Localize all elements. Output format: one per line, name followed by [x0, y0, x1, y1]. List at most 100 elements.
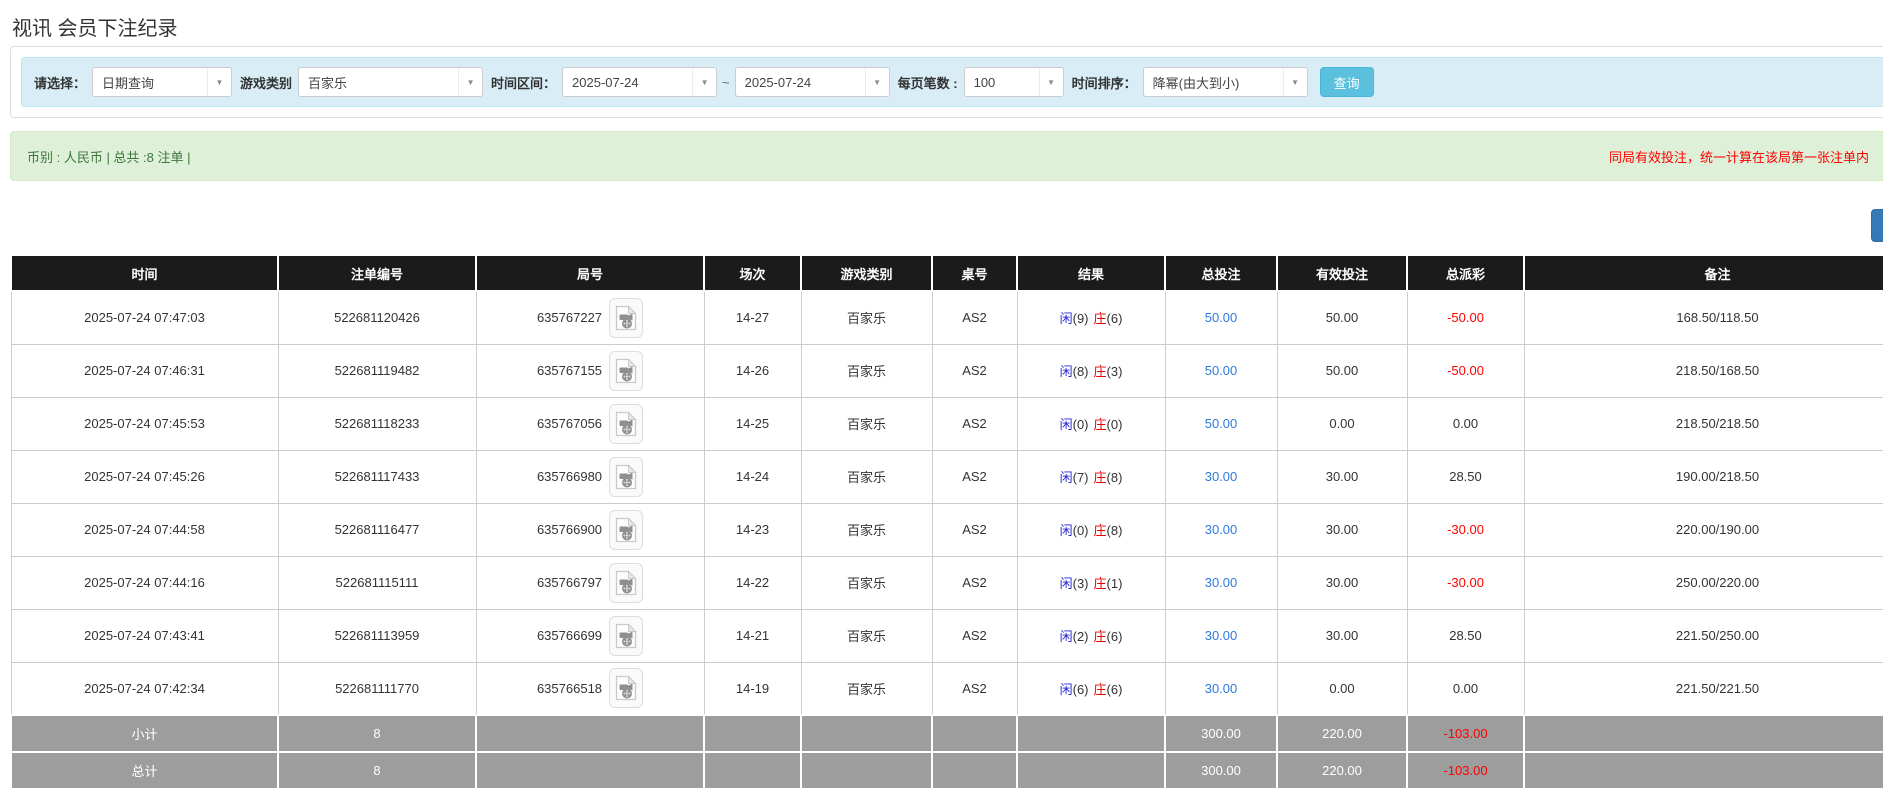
cell-round-id: 635766900	[476, 503, 704, 556]
result-player-label: 闲	[1060, 417, 1073, 432]
cell-table-no: AS2	[932, 503, 1017, 556]
cell-session: 14-27	[704, 291, 801, 344]
cell-table-no: AS2	[932, 609, 1017, 662]
result-banker-label: 庄	[1094, 470, 1107, 485]
game-type-select[interactable]: 百家乐 ▼	[298, 67, 483, 97]
table-row: 2025-07-24 07:44:16 522681115111 6357667…	[11, 556, 1883, 609]
cell-bet-id: 522681120426	[278, 291, 476, 344]
total-bet-link[interactable]: 50.00	[1205, 310, 1238, 325]
result-banker-score: (6)	[1107, 629, 1123, 644]
cell-total-bet: 50.00	[1165, 344, 1277, 397]
cell-total-bet: 30.00	[1165, 609, 1277, 662]
col-result: 结果	[1017, 255, 1165, 291]
total-bet-link[interactable]: 30.00	[1205, 628, 1238, 643]
result-player-label: 闲	[1060, 470, 1073, 485]
cell-round-id: 635766797	[476, 556, 704, 609]
video-replay-button[interactable]	[609, 298, 643, 338]
cell-note: 221.50/221.50	[1524, 662, 1883, 715]
video-file-icon	[615, 305, 637, 331]
video-replay-button[interactable]	[609, 351, 643, 391]
cell-valid-bet: 30.00	[1277, 503, 1407, 556]
result-banker-label: 庄	[1094, 523, 1107, 538]
cell-note: 190.00/218.50	[1524, 450, 1883, 503]
summary-row: 总计 8 300.00 220.00 -103.00	[11, 752, 1883, 789]
cell-round-id: 635766518	[476, 662, 704, 715]
video-replay-button[interactable]	[609, 616, 643, 656]
cell-result: 闲(7)庄(8)	[1017, 450, 1165, 503]
date-end-value: 2025-07-24	[736, 75, 865, 90]
date-end-select[interactable]: 2025-07-24 ▼	[735, 67, 890, 97]
date-start-value: 2025-07-24	[563, 75, 692, 90]
total-bet-link[interactable]: 50.00	[1205, 363, 1238, 378]
video-replay-button[interactable]	[609, 668, 643, 708]
col-valid-bet: 有效投注	[1277, 255, 1407, 291]
result-player-label: 闲	[1060, 576, 1073, 591]
cell-time: 2025-07-24 07:42:34	[11, 662, 278, 715]
cell-game-type: 百家乐	[801, 450, 932, 503]
video-file-icon	[615, 464, 637, 490]
sort-order-select[interactable]: 降幂(由大到小) ▼	[1143, 67, 1308, 97]
chevron-down-icon: ▼	[207, 68, 231, 96]
cell-note: 218.50/218.50	[1524, 397, 1883, 450]
result-banker-score: (8)	[1107, 523, 1123, 538]
query-type-label: 请选择：	[34, 73, 86, 92]
result-player-score: (7)	[1073, 470, 1089, 485]
cell-table-no: AS2	[932, 556, 1017, 609]
total-bet-link[interactable]: 30.00	[1205, 469, 1238, 484]
table-row: 2025-07-24 07:45:26 522681117433 6357669…	[11, 450, 1883, 503]
filter-bar: 请选择： 日期查询 ▼ 游戏类别 百家乐 ▼ 时间区间： 2025-07-24 …	[21, 57, 1883, 107]
cell-payout: -50.00	[1407, 344, 1524, 397]
round-id-text: 635767056	[537, 416, 602, 431]
date-start-select[interactable]: 2025-07-24 ▼	[562, 67, 717, 97]
round-id-text: 635766900	[537, 522, 602, 537]
video-replay-button[interactable]	[609, 457, 643, 497]
payout-rule-note: 同局有效投注，统一计算在该局第一张注单内	[1609, 147, 1883, 166]
chevron-down-icon: ▼	[865, 68, 889, 96]
table-row: 2025-07-24 07:44:58 522681116477 6357669…	[11, 503, 1883, 556]
cell-valid-bet: 30.00	[1277, 556, 1407, 609]
total-bet-link[interactable]: 30.00	[1205, 522, 1238, 537]
result-banker-label: 庄	[1094, 311, 1107, 326]
total-bet-link[interactable]: 50.00	[1205, 416, 1238, 431]
footer-valid-bet: 220.00	[1277, 715, 1407, 752]
query-type-select[interactable]: 日期查询 ▼	[92, 67, 232, 97]
cell-game-type: 百家乐	[801, 609, 932, 662]
result-banker-score: (6)	[1107, 682, 1123, 697]
per-page-select[interactable]: 100 ▼	[964, 67, 1064, 97]
cell-valid-bet: 0.00	[1277, 662, 1407, 715]
cell-result: 闲(0)庄(0)	[1017, 397, 1165, 450]
video-replay-button[interactable]	[609, 563, 643, 603]
cell-payout: -30.00	[1407, 503, 1524, 556]
cell-result: 闲(6)庄(6)	[1017, 662, 1165, 715]
search-button[interactable]: 查询	[1320, 67, 1374, 97]
result-player-score: (0)	[1073, 523, 1089, 538]
result-banker-label: 庄	[1094, 417, 1107, 432]
cell-payout: 28.50	[1407, 609, 1524, 662]
game-type-label: 游戏类别	[240, 73, 292, 92]
col-round-id: 局号	[476, 255, 704, 291]
cell-total-bet: 50.00	[1165, 291, 1277, 344]
cell-payout: 28.50	[1407, 450, 1524, 503]
bet-records-table: 时间 注单编号 局号 场次 游戏类别 桌号 结果 总投注 有效投注 总派彩 备注…	[10, 254, 1883, 790]
cell-valid-bet: 30.00	[1277, 609, 1407, 662]
cell-total-bet: 30.00	[1165, 503, 1277, 556]
cell-round-id: 635767155	[476, 344, 704, 397]
table-foot: 小计 8 300.00 220.00 -103.00 总计 8 300.00 2…	[11, 715, 1883, 789]
video-replay-button[interactable]	[609, 404, 643, 444]
cell-bet-id: 522681116477	[278, 503, 476, 556]
col-time: 时间	[11, 255, 278, 291]
video-replay-button[interactable]	[609, 510, 643, 550]
result-player-score: (9)	[1073, 311, 1089, 326]
col-total-bet: 总投注	[1165, 255, 1277, 291]
cell-time: 2025-07-24 07:43:41	[11, 609, 278, 662]
cell-valid-bet: 30.00	[1277, 450, 1407, 503]
cutoff-blue-button[interactable]	[1871, 209, 1883, 242]
round-id-text: 635766699	[537, 628, 602, 643]
total-bet-link[interactable]: 30.00	[1205, 681, 1238, 696]
cell-session: 14-21	[704, 609, 801, 662]
cell-note: 218.50/168.50	[1524, 344, 1883, 397]
total-bet-link[interactable]: 30.00	[1205, 575, 1238, 590]
col-payout: 总派彩	[1407, 255, 1524, 291]
cell-result: 闲(8)庄(3)	[1017, 344, 1165, 397]
video-file-icon	[615, 623, 637, 649]
